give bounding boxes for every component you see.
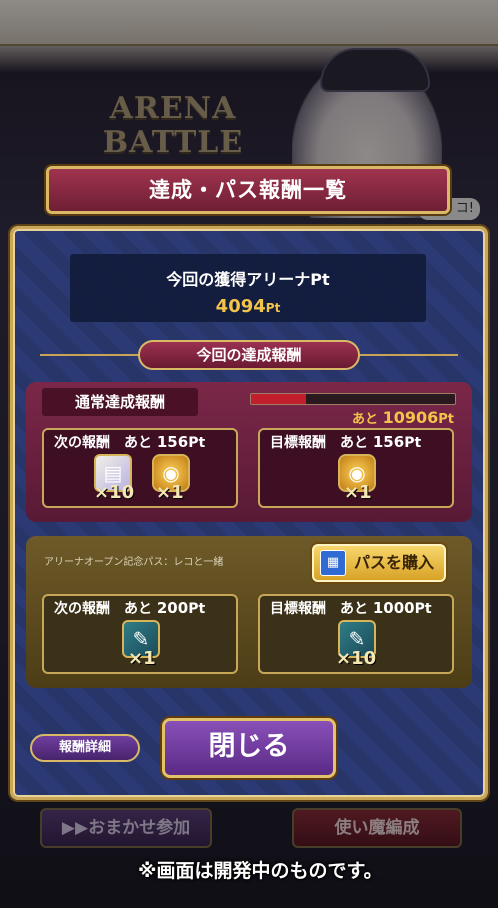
development-notice: ※画面は開発中のものです。 [138,860,383,882]
pass-book-icon: ▦ [320,550,346,576]
close-button[interactable]: 閉じる [162,718,336,778]
buy-pass-button[interactable]: ▦ パスを購入 [312,544,446,582]
pass-goal-reward-box[interactable]: 目標報酬 あと 1000Pt ✎ ×10 [258,594,454,674]
reward-detail-button[interactable]: 報酬詳細 [30,734,140,762]
earned-points-value: 4094Pt [215,296,281,317]
pass-name-label: アリーナオープン記念パス：レコと一緒 [44,557,224,568]
reward-box-label: 目標報酬 [270,435,326,451]
progress-fill [251,394,307,404]
normal-next-reward-box[interactable]: 次の報酬 あと 156Pt ▤ ×10 ◉ ×1 [42,428,238,508]
normal-goal-reward-box[interactable]: 目標報酬 あと 156Pt ◉ ×1 [258,428,454,508]
item-quantity: ×10 [94,482,135,503]
normal-reward-header: 通常達成報酬 [42,388,198,416]
dialog-title: 達成・パス報酬一覧 [46,166,450,214]
reward-box-label: 次の報酬 [54,601,110,617]
earned-points-box: 今回の獲得アリーナPt 4094Pt [70,254,426,322]
section-tab-achievement: 今回の達成報酬 [138,340,360,370]
reward-box-label: 目標報酬 [270,601,326,617]
item-quantity: ×1 [128,648,156,669]
item-quantity: ×10 [336,648,377,669]
pass-next-reward-box[interactable]: 次の報酬 あと 200Pt ✎ ×1 [42,594,238,674]
item-quantity: ×1 [344,482,372,503]
item-quantity: ×1 [156,482,184,503]
reward-progress-bar [250,393,456,405]
earned-points-label: 今回の獲得アリーナPt [166,270,330,289]
remaining-points: あと 10906Pt [352,408,454,427]
reward-box-label: 次の報酬 [54,435,110,451]
